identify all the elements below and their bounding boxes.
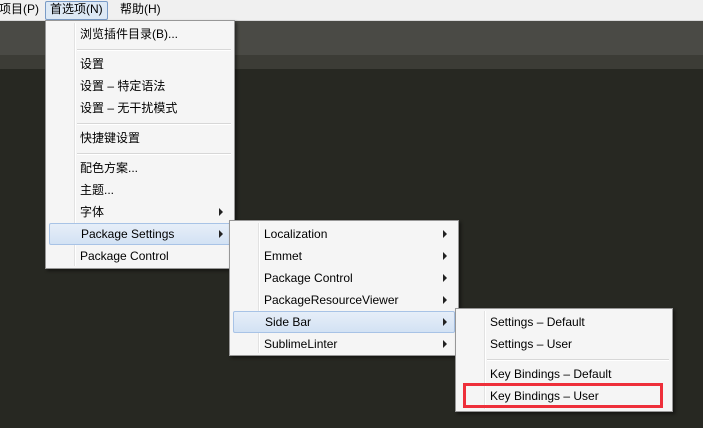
menu-item-label: 配色方案... [80, 161, 139, 175]
menu-item-settings-syntax-specific[interactable]: 设置 – 特定语法 [49, 75, 231, 97]
menu-item-label: PackageResourceViewer [264, 293, 399, 307]
menu-item-label: 设置 – 特定语法 [80, 79, 166, 93]
submenu-item-settings-default[interactable]: Settings – Default [459, 311, 669, 333]
menu-item-label: 浏览插件目录(B)... [80, 27, 178, 41]
submenu-item-settings-user[interactable]: Settings – User [459, 333, 669, 355]
submenu-item-side-bar[interactable]: Side Bar [233, 311, 455, 333]
submenu-arrow-icon [443, 296, 447, 304]
menu-bar: 项目(P) 首选项(N) 帮助(H) [0, 0, 703, 21]
menu-item-label: Settings – User [490, 337, 573, 351]
menu-project[interactable]: 项目(P) [0, 1, 43, 18]
submenu-item-localization[interactable]: Localization [233, 223, 455, 245]
menu-item-theme[interactable]: 主题... [49, 179, 231, 201]
menu-item-label: 设置 – 无干扰模式 [80, 101, 178, 115]
menu-item-font[interactable]: 字体 [49, 201, 231, 223]
menu-item-label: Side Bar [265, 315, 312, 329]
menu-item-label: SublimeLinter [264, 337, 338, 351]
highlight-annotation-box [463, 383, 663, 408]
menu-item-settings[interactable]: 设置 [49, 53, 231, 75]
menu-item-label: 快捷键设置 [80, 131, 141, 145]
menu-item-label: 字体 [80, 205, 105, 219]
submenu-arrow-icon [443, 230, 447, 238]
menu-item-label: Settings – Default [490, 315, 585, 329]
menu-item-settings-distraction-free[interactable]: 设置 – 无干扰模式 [49, 97, 231, 119]
menu-item-label: Key Bindings – Default [490, 367, 612, 381]
submenu-item-sublimelinter[interactable]: SublimeLinter [233, 333, 455, 355]
submenu-arrow-icon [219, 230, 223, 238]
menu-item-label: Package Control [264, 271, 353, 285]
submenu-arrow-icon [219, 208, 223, 216]
menu-item-label: Package Control [80, 249, 169, 263]
menu-separator [77, 123, 231, 125]
menu-item-label: Emmet [264, 249, 303, 263]
submenu-arrow-icon [443, 252, 447, 260]
submenu-item-package-control[interactable]: Package Control [233, 267, 455, 289]
submenu-item-key-bindings-default[interactable]: Key Bindings – Default [459, 363, 669, 385]
menu-item-label: 主题... [80, 183, 115, 197]
menu-item-label: Localization [264, 227, 328, 241]
menu-item-color-scheme[interactable]: 配色方案... [49, 157, 231, 179]
menu-separator [77, 49, 231, 51]
menu-separator [77, 153, 231, 155]
preferences-menu: 浏览插件目录(B)... 设置 设置 – 特定语法 设置 – 无干扰模式 快捷键… [45, 20, 235, 269]
menu-item-package-control[interactable]: Package Control [49, 245, 231, 267]
menu-separator [487, 359, 669, 361]
menu-item-package-settings[interactable]: Package Settings [49, 223, 231, 245]
submenu-arrow-icon [443, 340, 447, 348]
menu-preferences[interactable]: 首选项(N) [45, 1, 108, 20]
menu-item-key-bindings[interactable]: 快捷键设置 [49, 127, 231, 149]
menu-item-label: 设置 [80, 57, 105, 71]
submenu-item-package-resource-viewer[interactable]: PackageResourceViewer [233, 289, 455, 311]
submenu-item-emmet[interactable]: Emmet [233, 245, 455, 267]
menu-item-label: Package Settings [81, 227, 175, 241]
menu-item-browse-packages[interactable]: 浏览插件目录(B)... [49, 23, 231, 45]
package-settings-submenu: Localization Emmet Package Control Packa… [229, 220, 459, 356]
submenu-arrow-icon [443, 318, 447, 326]
menu-help[interactable]: 帮助(H) [116, 1, 165, 18]
submenu-arrow-icon [443, 274, 447, 282]
